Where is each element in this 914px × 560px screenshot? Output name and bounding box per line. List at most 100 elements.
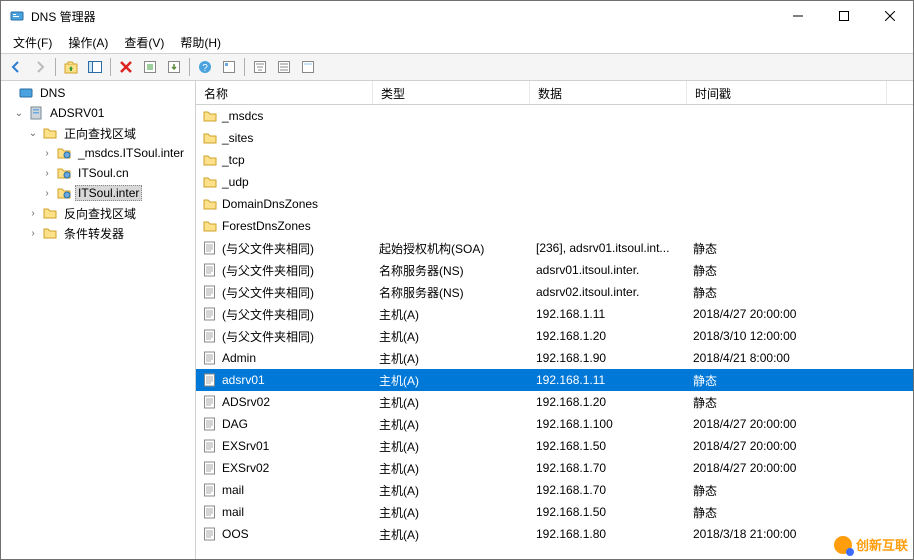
record-timestamp: 2018/4/21 8:00:00	[687, 351, 887, 365]
tree-node-conditional-forwarders[interactable]: › 条件转发器	[1, 223, 195, 243]
minimize-button[interactable]	[775, 1, 821, 31]
close-button[interactable]	[867, 1, 913, 31]
record-icon	[202, 306, 218, 322]
list-row[interactable]: OOS主机(A)192.168.1.802018/3/18 21:00:00	[196, 523, 913, 545]
record-type: 主机(A)	[373, 394, 530, 411]
collapse-icon[interactable]: ⌄	[13, 108, 25, 119]
record-icon	[202, 328, 218, 344]
record-data: 192.168.1.100	[530, 417, 687, 431]
record-icon	[202, 372, 218, 388]
list-row[interactable]: (与父文件夹相同)主机(A)192.168.1.202018/3/10 12:0…	[196, 325, 913, 347]
maximize-button[interactable]	[821, 1, 867, 31]
menu-view[interactable]: 查看(V)	[116, 32, 172, 53]
expand-icon[interactable]: ›	[41, 148, 53, 159]
export-list-button[interactable]	[163, 56, 185, 78]
list-row[interactable]: (与父文件夹相同)起始授权机构(SOA)[236], adsrv01.itsou…	[196, 237, 913, 259]
menu-help[interactable]: 帮助(H)	[172, 32, 229, 53]
list-row[interactable]: mail主机(A)192.168.1.50静态	[196, 501, 913, 523]
list-row[interactable]: DomainDnsZones	[196, 193, 913, 215]
toolbar-separator	[189, 58, 190, 76]
record-icon	[202, 460, 218, 476]
list-row[interactable]: _udp	[196, 171, 913, 193]
menu-action[interactable]: 操作(A)	[60, 32, 116, 53]
tree-node-reverse-zones[interactable]: › 反向查找区域	[1, 203, 195, 223]
toolbar-separator	[244, 58, 245, 76]
show-hide-tree-button[interactable]	[84, 56, 106, 78]
back-button[interactable]	[5, 56, 27, 78]
list-row[interactable]: _tcp	[196, 149, 913, 171]
column-name[interactable]: 名称	[196, 81, 373, 104]
list-row[interactable]: _msdcs	[196, 105, 913, 127]
list-row[interactable]: EXSrv02主机(A)192.168.1.702018/4/27 20:00:…	[196, 457, 913, 479]
record-data: 192.168.1.20	[530, 329, 687, 343]
list-row[interactable]: DAG主机(A)192.168.1.1002018/4/27 20:00:00	[196, 413, 913, 435]
record-timestamp: 静态	[687, 482, 887, 499]
filter-button[interactable]	[249, 56, 271, 78]
record-data: 192.168.1.90	[530, 351, 687, 365]
forward-button[interactable]	[29, 56, 51, 78]
list-row[interactable]: Admin主机(A)192.168.1.902018/4/21 8:00:00	[196, 347, 913, 369]
list-row[interactable]: ForestDnsZones	[196, 215, 913, 237]
expand-icon[interactable]: ›	[41, 188, 53, 199]
folder-icon	[202, 218, 218, 234]
tree-node-server[interactable]: ⌄ ADSRV01	[1, 103, 195, 123]
column-timestamp[interactable]: 时间戳	[687, 81, 887, 104]
help-button[interactable]: ?	[194, 56, 216, 78]
expand-icon[interactable]: ›	[27, 208, 39, 219]
record-name: OOS	[222, 527, 249, 541]
record-timestamp: 2018/4/27 20:00:00	[687, 439, 887, 453]
properties-button[interactable]	[218, 56, 240, 78]
record-type: 名称服务器(NS)	[373, 284, 530, 301]
title-bar: DNS 管理器	[1, 1, 913, 31]
record-name: (与父文件夹相同)	[222, 328, 314, 345]
list-row[interactable]: EXSrv01主机(A)192.168.1.502018/4/27 20:00:…	[196, 435, 913, 457]
record-timestamp: 静态	[687, 504, 887, 521]
record-type: 主机(A)	[373, 328, 530, 345]
new-record-button[interactable]	[273, 56, 295, 78]
zone-icon	[56, 145, 72, 161]
delete-button[interactable]	[115, 56, 137, 78]
tree-node-zone[interactable]: › _msdcs.ITSoul.inter	[1, 143, 195, 163]
list-row[interactable]: (与父文件夹相同)主机(A)192.168.1.112018/4/27 20:0…	[196, 303, 913, 325]
expand-icon[interactable]: ›	[27, 228, 39, 239]
dns-manager-window: DNS 管理器 文件(F) 操作(A) 查看(V) 帮助(H) ?	[0, 0, 914, 560]
new-zone-button[interactable]	[297, 56, 319, 78]
record-timestamp: 2018/4/27 20:00:00	[687, 461, 887, 475]
list-row[interactable]: (与父文件夹相同)名称服务器(NS)adsrv01.itsoul.inter.静…	[196, 259, 913, 281]
record-icon	[202, 482, 218, 498]
record-data: 192.168.1.11	[530, 307, 687, 321]
collapse-icon[interactable]: ⌄	[27, 128, 39, 139]
tree-node-dns[interactable]: DNS	[1, 83, 195, 103]
record-icon	[202, 504, 218, 520]
record-data: 192.168.1.70	[530, 461, 687, 475]
record-name: _tcp	[222, 153, 245, 167]
list-row[interactable]: mail主机(A)192.168.1.70静态	[196, 479, 913, 501]
refresh-button[interactable]	[139, 56, 161, 78]
record-icon	[202, 526, 218, 542]
list-row[interactable]: _sites	[196, 127, 913, 149]
up-button[interactable]	[60, 56, 82, 78]
record-name: (与父文件夹相同)	[222, 240, 314, 257]
record-name: (与父文件夹相同)	[222, 284, 314, 301]
record-name: ADSrv02	[222, 395, 270, 409]
record-type: 名称服务器(NS)	[373, 262, 530, 279]
column-data[interactable]: 数据	[530, 81, 687, 104]
record-data: 192.168.1.50	[530, 439, 687, 453]
column-type[interactable]: 类型	[373, 81, 530, 104]
record-timestamp: 静态	[687, 394, 887, 411]
list-row[interactable]: (与父文件夹相同)名称服务器(NS)adsrv02.itsoul.inter.静…	[196, 281, 913, 303]
tree-node-zone[interactable]: › ITSoul.cn	[1, 163, 195, 183]
record-data: 192.168.1.70	[530, 483, 687, 497]
record-timestamp: 2018/4/27 20:00:00	[687, 307, 887, 321]
menu-file[interactable]: 文件(F)	[5, 32, 60, 53]
record-type: 主机(A)	[373, 526, 530, 543]
tree-node-forward-zones[interactable]: ⌄ 正向查找区域	[1, 123, 195, 143]
record-icon	[202, 394, 218, 410]
list-row[interactable]: ADSrv02主机(A)192.168.1.20静态	[196, 391, 913, 413]
list-body[interactable]: _msdcs_sites _tcp _udpDomainDnsZonesForest…	[196, 105, 913, 559]
list-row[interactable]: adsrv01主机(A)192.168.1.11静态	[196, 369, 913, 391]
scope-tree[interactable]: DNS ⌄ ADSRV01 ⌄ 正向查找区域 › _msdcs.ITSoul.i…	[1, 81, 196, 559]
record-timestamp: 静态	[687, 262, 887, 279]
tree-node-zone-selected[interactable]: › ITSoul.inter	[1, 183, 195, 203]
expand-icon[interactable]: ›	[41, 168, 53, 179]
